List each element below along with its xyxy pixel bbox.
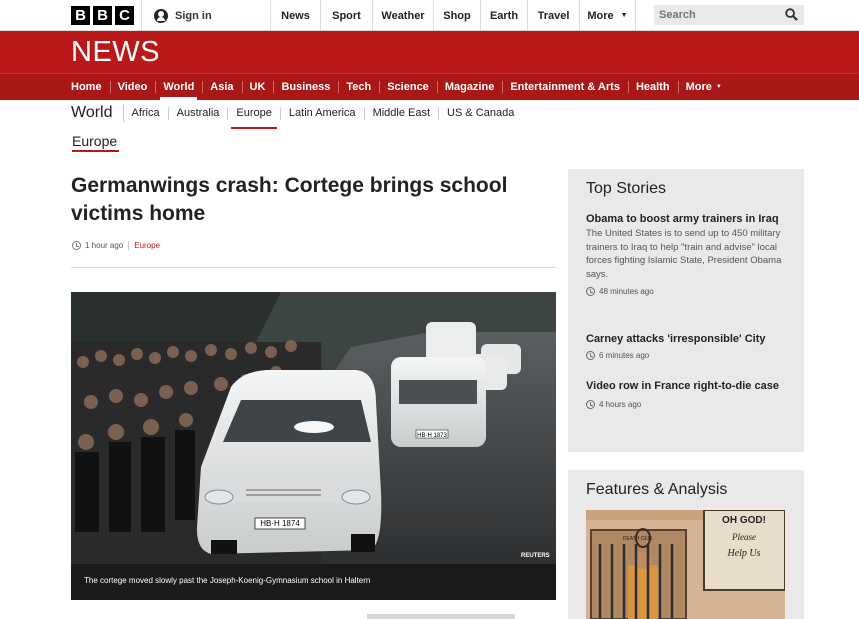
top-nav-label: Shop [443, 9, 471, 22]
top-stories-panel: Top Stories Obama to boost army trainers… [568, 169, 804, 452]
sub-nav: World Africa Australia Europe Latin Amer… [71, 101, 522, 129]
cortege-photo: HB·H 1873 HB·H 1874 [71, 292, 556, 564]
nav-science[interactable]: Science [379, 73, 437, 100]
article-time: 1 hour ago [85, 241, 124, 250]
top-story-time-label: 6 minutes ago [599, 351, 650, 360]
section-underline [72, 150, 119, 152]
top-stories-title: Top Stories [586, 180, 667, 197]
sign-text-2: Please [731, 532, 756, 542]
top-nav-more[interactable]: More ▼ [579, 0, 636, 31]
caret-down-icon: ▼ [715, 83, 722, 90]
sub-nav-africa[interactable]: Africa [124, 106, 169, 120]
bbc-logo[interactable]: B B C [71, 6, 134, 25]
top-story-item[interactable]: Obama to boost army trainers in Iraq The… [586, 211, 791, 296]
sign-text-3: Help Us [726, 548, 760, 559]
sign-in-button[interactable]: Sign in [141, 0, 270, 31]
feature-image[interactable]: OH GOD! Please Help Us DEATH CELL [586, 510, 785, 619]
top-story-time: 6 minutes ago [586, 351, 791, 360]
features-title: Features & Analysis [586, 481, 728, 498]
nav-magazine[interactable]: Magazine [436, 73, 503, 100]
top-story-item[interactable]: Video row in France right-to-die case 4 … [586, 378, 791, 409]
clock-icon [586, 287, 595, 296]
search-icon[interactable] [785, 8, 798, 21]
nav-entertainment-arts[interactable]: Entertainment & Arts [502, 73, 628, 100]
scroll-hint-bar [367, 614, 515, 619]
top-nav-news[interactable]: News [270, 0, 320, 31]
search-input[interactable] [659, 9, 779, 21]
top-story-time: 4 hours ago [586, 400, 791, 409]
features-panel: Features & Analysis OH GOD! Please Help … [568, 470, 804, 619]
main-nav: Home Video World Asia UK Business Tech S… [71, 73, 730, 100]
article-meta: 1 hour ago Europe [72, 241, 160, 250]
top-nav-label: News [281, 9, 310, 22]
nav-home[interactable]: Home [71, 73, 110, 100]
top-nav-label: Weather [381, 9, 425, 22]
sub-nav-middle-east[interactable]: Middle East [365, 106, 440, 120]
clock-icon [586, 400, 595, 409]
top-nav-label: Earth [489, 9, 519, 22]
top-nav-weather[interactable]: Weather [372, 0, 433, 31]
top-nav-shop[interactable]: Shop [433, 0, 480, 31]
top-story-time: 48 minutes ago [586, 287, 791, 296]
logo-letter: B [93, 6, 112, 25]
photo-credit: REUTERS [521, 553, 550, 559]
nav-business[interactable]: Business [273, 73, 338, 100]
top-nav-sport[interactable]: Sport [320, 0, 372, 31]
nav-health[interactable]: Health [627, 73, 678, 100]
article-tag[interactable]: Europe [134, 241, 160, 250]
top-nav-travel[interactable]: Travel [527, 0, 579, 31]
top-story-time-label: 4 hours ago [599, 400, 642, 409]
photo-caption: The cortege moved slowly past the Joseph… [71, 564, 556, 600]
section-label[interactable]: Europe [72, 133, 117, 149]
sign-in-label: Sign in [175, 9, 212, 22]
sub-nav-europe[interactable]: Europe [228, 106, 281, 129]
top-story-headline[interactable]: Video row in France right-to-die case [586, 378, 791, 394]
article-divider [71, 267, 556, 268]
top-story-item[interactable]: Carney attacks 'irresponsible' City 6 mi… [586, 331, 791, 360]
top-nav-label: Travel [537, 9, 570, 22]
sub-nav-title[interactable]: World [71, 104, 124, 122]
clock-icon [586, 351, 595, 360]
feature-illustration: OH GOD! Please Help Us DEATH CELL [586, 510, 785, 619]
article-photo: HB·H 1873 HB·H 1874 [71, 292, 556, 564]
top-story-summary: The United States is to send up to 450 m… [586, 228, 782, 280]
sub-nav-australia[interactable]: Australia [169, 106, 229, 120]
news-logo[interactable]: NEWS [71, 36, 160, 69]
top-nav-earth[interactable]: Earth [480, 0, 527, 31]
top-story-headline[interactable]: Carney attacks 'irresponsible' City [586, 331, 791, 347]
nav-asia[interactable]: Asia [202, 73, 241, 100]
top-nav-label: More [587, 9, 614, 22]
top-nav: News Sport Weather Shop Earth Travel Mor… [270, 0, 636, 31]
sub-nav-us-canada[interactable]: US & Canada [439, 107, 522, 120]
top-story-headline[interactable]: Obama to boost army trainers in Iraq [586, 211, 791, 227]
second-plate-text: HB·H 1873 [417, 433, 447, 439]
caret-down-icon: ▼ [620, 12, 628, 19]
nav-uk[interactable]: UK [241, 73, 274, 100]
user-icon [154, 8, 168, 23]
top-bar: B B C Sign in News Sport Weather Shop Ea… [0, 0, 859, 31]
sign-text-1: OH GOD! [722, 515, 766, 526]
search-field[interactable] [654, 5, 804, 25]
logo-letter: B [71, 6, 90, 25]
top-nav-label: Sport [332, 9, 361, 22]
sub-nav-latin-america[interactable]: Latin America [281, 106, 365, 120]
nav-more[interactable]: More ▼ [677, 73, 730, 100]
logo-letter: C [115, 6, 134, 25]
article-headline: Germanwings crash: Cortege brings school… [71, 174, 508, 225]
nav-tech[interactable]: Tech [338, 73, 379, 100]
nav-world[interactable]: World [155, 73, 202, 100]
meta-divider [128, 241, 130, 250]
nav-video[interactable]: Video [109, 73, 156, 100]
top-story-time-label: 48 minutes ago [599, 287, 654, 296]
clock-icon [72, 241, 81, 250]
nav-more-label: More [685, 80, 712, 93]
front-plate-text: HB·H 1874 [260, 519, 300, 528]
